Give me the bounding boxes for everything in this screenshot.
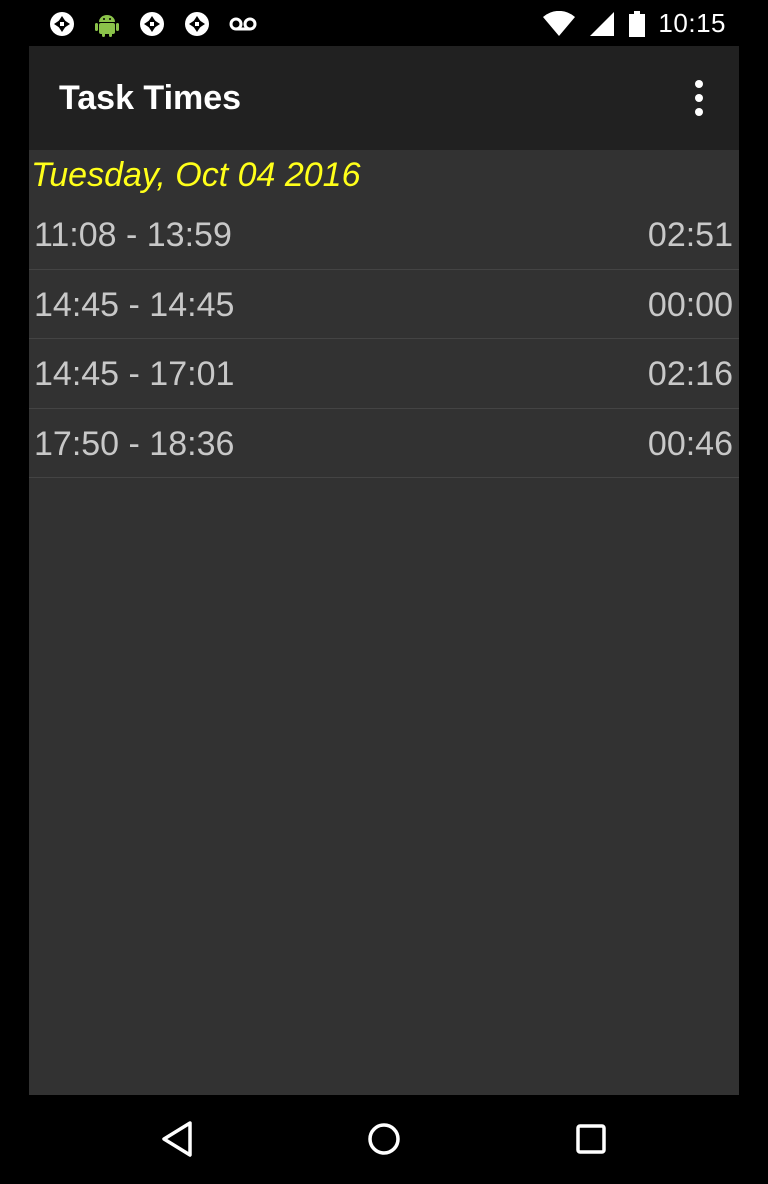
date-header: Tuesday, Oct 04 2016 [31,156,361,194]
overflow-menu-dot [695,108,703,116]
system-status: 10:15 [542,8,726,39]
overflow-menu-icon [695,80,703,88]
aperture-icon [138,10,166,38]
duration: 02:51 [647,216,733,254]
duration: 00:00 [647,285,733,324]
voicemail-icon [228,10,258,38]
time-range: 17:50 - 18:36 [34,424,235,463]
time-entry-row[interactable]: 14:45 - 17:01 02:16 [29,339,739,409]
battery-icon [628,10,646,38]
status-bar: 10:15 [0,0,768,46]
app-bar: Task Times [29,46,739,150]
notification-icons [48,10,258,38]
aperture-icon [183,10,211,38]
recents-icon [576,1124,606,1154]
status-time: 10:15 [658,8,726,38]
android-icon [93,10,121,38]
overflow-menu-button[interactable] [687,80,711,116]
wifi-icon [542,10,576,37]
duration: 02:16 [647,355,733,393]
time-entry-row[interactable]: 17:50 - 18:36 00:46 [29,409,739,478]
recents-button[interactable] [569,1117,613,1161]
time-range: 14:45 - 17:01 [34,355,235,393]
time-entry-row[interactable]: 11:08 - 13:59 02:51 [29,200,739,270]
overflow-menu-dot [695,94,703,102]
home-icon [368,1123,400,1155]
time-range: 14:45 - 14:45 [34,285,235,324]
duration: 00:46 [647,424,733,463]
aperture-icon [48,10,76,38]
navigation-bar [0,1095,768,1184]
time-entry-row[interactable]: 14:45 - 14:45 00:00 [29,270,739,339]
back-icon [162,1121,192,1157]
home-button[interactable] [362,1117,406,1161]
app-window: Task Times Tuesday, Oct 04 2016 11:08 - … [29,46,739,1095]
time-entry-list: 11:08 - 13:59 02:51 14:45 - 14:45 00:00 … [29,200,739,478]
time-range: 11:08 - 13:59 [34,216,232,254]
app-title: Task Times [59,79,242,117]
back-button[interactable] [156,1117,200,1161]
signal-icon [588,10,616,38]
